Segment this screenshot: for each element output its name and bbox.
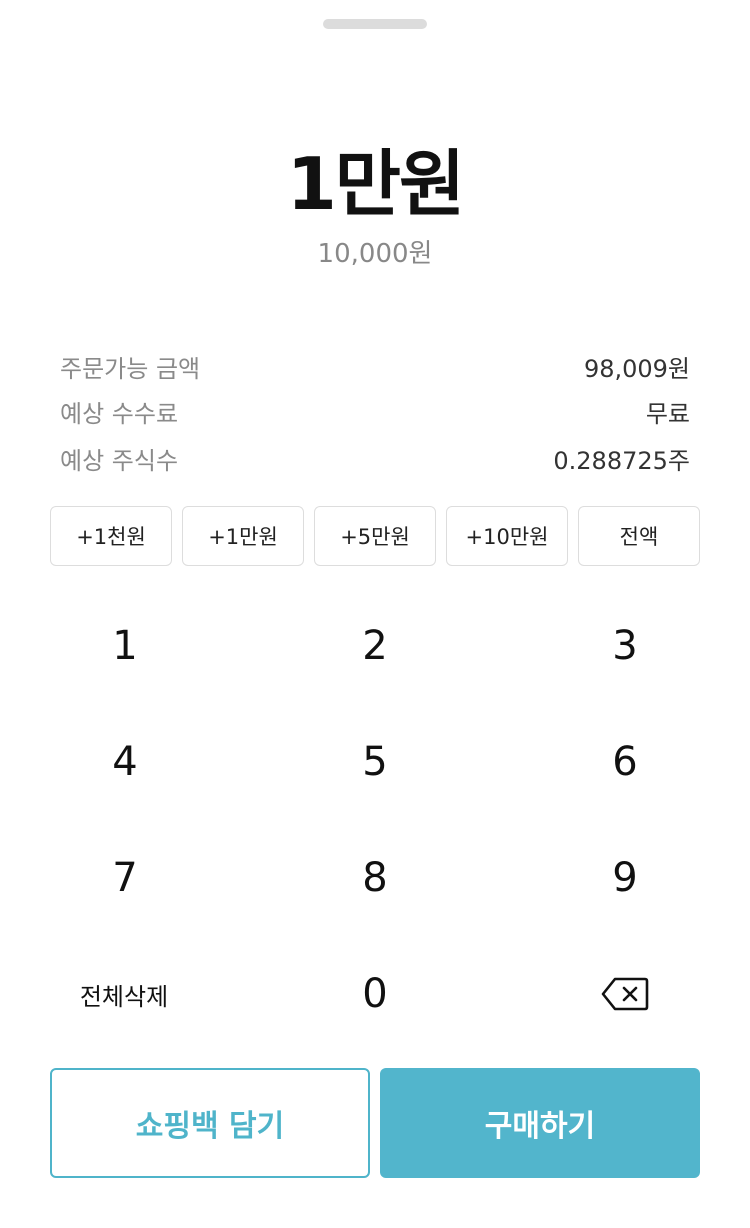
action-buttons: 쇼핑백 담기 구매하기 <box>50 1068 700 1178</box>
full-amount-button[interactable]: 전액 <box>578 506 700 566</box>
add-to-cart-button[interactable]: 쇼핑백 담기 <box>50 1068 370 1178</box>
info-value: 0.288725주 <box>553 446 690 475</box>
key-5[interactable]: 5 <box>250 704 500 820</box>
info-label: 예상 수수료 <box>60 399 179 428</box>
add-100000-button[interactable]: +10만원 <box>446 506 568 566</box>
info-row-fee: 예상 수수료 무료 <box>60 391 690 431</box>
key-0[interactable]: 0 <box>250 936 500 1052</box>
order-amount-display: 1만원 <box>286 142 466 226</box>
number-keypad: 1 2 3 4 5 6 7 8 9 전체삭제 0 <box>0 588 750 1052</box>
backspace-icon <box>601 977 649 1011</box>
key-1[interactable]: 1 <box>0 588 250 704</box>
key-9[interactable]: 9 <box>500 820 750 936</box>
key-8[interactable]: 8 <box>250 820 500 936</box>
info-value: 무료 <box>645 399 690 428</box>
info-value: 98,009원 <box>583 354 690 383</box>
order-amount-exact: 10,000원 <box>317 239 433 269</box>
info-row-available: 주문가능 금액 98,009원 <box>60 346 690 386</box>
info-row-shares: 예상 주식수 0.288725주 <box>60 438 690 478</box>
add-50000-button[interactable]: +5만원 <box>314 506 436 566</box>
clear-all-key[interactable]: 전체삭제 <box>0 936 250 1052</box>
order-bottom-sheet: 1만원 10,000원 주문가능 금액 98,009원 예상 수수료 무료 예상… <box>0 0 750 1228</box>
key-6[interactable]: 6 <box>500 704 750 820</box>
add-10000-button[interactable]: +1만원 <box>182 506 304 566</box>
backspace-key[interactable] <box>500 936 750 1052</box>
add-1000-button[interactable]: +1천원 <box>50 506 172 566</box>
key-4[interactable]: 4 <box>0 704 250 820</box>
quick-amount-buttons: +1천원 +1만원 +5만원 +10만원 전액 <box>50 506 700 566</box>
key-3[interactable]: 3 <box>500 588 750 704</box>
info-label: 주문가능 금액 <box>60 354 201 383</box>
sheet-drag-handle[interactable] <box>323 19 427 29</box>
info-label: 예상 주식수 <box>60 446 179 475</box>
key-7[interactable]: 7 <box>0 820 250 936</box>
key-2[interactable]: 2 <box>250 588 500 704</box>
buy-button[interactable]: 구매하기 <box>380 1068 700 1178</box>
